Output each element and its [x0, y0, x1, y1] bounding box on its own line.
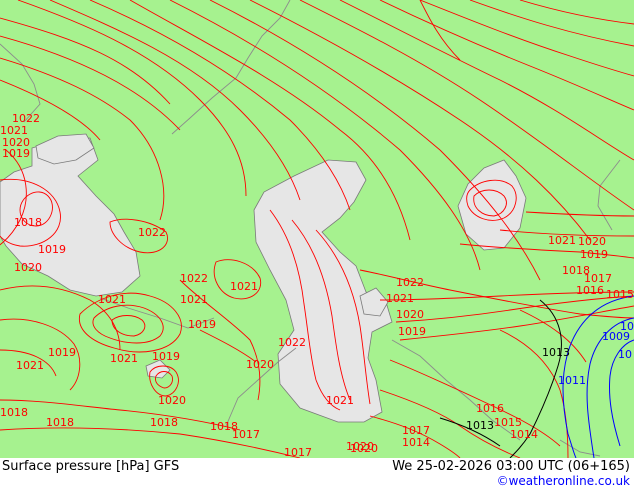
isobar-label: 1022: [180, 272, 208, 285]
isobar-label: 1021: [98, 293, 126, 306]
isobar-label: 1020: [14, 261, 42, 274]
credit-link[interactable]: ©weatheronline.co.uk: [497, 474, 630, 488]
isobar-label: 1018: [14, 216, 42, 229]
isobar-label: 1022: [278, 336, 306, 349]
isobar-label: 1019: [38, 243, 66, 256]
isobar-label: 1021: [386, 292, 414, 305]
isobar-label: 1020: [578, 235, 606, 248]
isobar-label: 1020: [396, 308, 424, 321]
isobar-label: 1021: [326, 394, 354, 407]
isobar-label: 1020: [346, 440, 374, 453]
isobar-label: 1019: [580, 248, 608, 261]
isobar-label: 10: [620, 320, 634, 333]
isobar-label: 1013: [466, 419, 494, 432]
isobar-label: 1017: [284, 446, 312, 458]
isobar-label: 1020: [158, 394, 186, 407]
isobar-label: 1019: [188, 318, 216, 331]
map-title: Surface pressure [hPa] GFS: [2, 459, 180, 474]
isobar-label: 1014: [402, 436, 430, 449]
isobar-label: 1016: [476, 402, 504, 415]
isobar-label: 1021: [230, 280, 258, 293]
isobar-label: 1021: [16, 359, 44, 372]
isobar-label: 1019: [2, 147, 30, 160]
isobar-label: 1016: [576, 284, 604, 297]
isobar-label: 1018: [0, 406, 28, 419]
forecast-timestamp: We 25-02-2026 03:00 UTC (06+165): [392, 459, 630, 474]
isobar-label: 1013: [542, 346, 570, 359]
isobar-label: 1011: [558, 374, 586, 387]
isobar-label: 1017: [232, 428, 260, 441]
isobar-label: 1019: [152, 350, 180, 363]
isobar-label: 1020: [246, 358, 274, 371]
pressure-map: 1022 1021 1020 1019 1018 1019 1020 1022 …: [0, 0, 634, 458]
isobar-label: 1021: [180, 293, 208, 306]
isobar-label: 1018: [150, 416, 178, 429]
isobar-label: 1019: [48, 346, 76, 359]
isobar-label: 1021: [548, 234, 576, 247]
isobar-label: 1021: [110, 352, 138, 365]
isobar-label: 1019: [398, 325, 426, 338]
isobar-label: 10: [618, 348, 632, 361]
isobar-label: 1014: [510, 428, 538, 441]
map-footer: Surface pressure [hPa] GFS We 25-02-2026…: [0, 458, 634, 490]
isobar-label: 1022: [138, 226, 166, 239]
isobar-label: 1015: [606, 288, 634, 301]
isobar-label: 1022: [396, 276, 424, 289]
isobar-label: 1018: [46, 416, 74, 429]
